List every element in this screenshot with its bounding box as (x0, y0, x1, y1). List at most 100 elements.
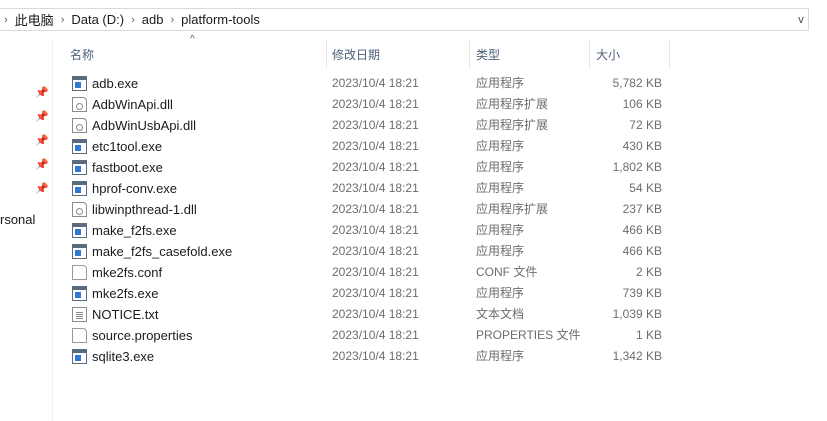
dll-file-icon (72, 202, 87, 217)
column-header-date[interactable]: 修改日期 (332, 40, 467, 68)
address-bar[interactable]: › 此电脑 › Data (D:) › adb › platform-tools (0, 8, 809, 31)
dll-file-icon (72, 118, 87, 133)
file-row[interactable]: source.properties 2023/10/4 18:21 PROPER… (70, 325, 670, 346)
column-header-size[interactable]: 大小 (596, 40, 668, 68)
file-type: 应用程序 (476, 349, 525, 363)
breadcrumb-platform-tools[interactable]: platform-tools (181, 12, 260, 27)
column-header-type-label: 类型 (476, 47, 501, 62)
file-date: 2023/10/4 18:21 (332, 181, 419, 195)
exe-file-icon (72, 160, 87, 175)
file-name: etc1tool.exe (92, 139, 163, 154)
file-date: 2023/10/4 18:21 (332, 97, 419, 111)
file-size: 1 KB (635, 328, 662, 342)
file-row[interactable]: fastboot.exe 2023/10/4 18:21 应用程序 1,802 … (70, 157, 670, 178)
file-row[interactable]: mke2fs.exe 2023/10/4 18:21 应用程序 739 KB (70, 283, 670, 304)
nav-item-personal[interactable]: rsonal (0, 212, 35, 227)
breadcrumb-this-pc[interactable]: 此电脑 (15, 10, 54, 29)
file-date: 2023/10/4 18:21 (332, 349, 419, 363)
column-divider[interactable] (669, 40, 670, 68)
breadcrumb-separator[interactable]: › (163, 14, 181, 26)
column-divider[interactable] (326, 40, 327, 68)
column-divider[interactable] (589, 40, 590, 68)
file-type: 应用程序扩展 (476, 97, 549, 111)
file-type: 应用程序 (476, 160, 525, 174)
file-name: mke2fs.conf (92, 265, 163, 280)
pin-icon[interactable]: 📌 (35, 182, 49, 195)
file-type: 应用程序 (476, 139, 525, 153)
exe-file-icon (72, 139, 87, 154)
file-size: 466 KB (622, 244, 662, 258)
file-size: 106 KB (622, 97, 662, 111)
exe-file-icon (72, 244, 87, 259)
column-header-size-label: 大小 (596, 47, 621, 62)
file-name: NOTICE.txt (92, 307, 159, 322)
exe-file-icon (72, 349, 87, 364)
file-name: AdbWinUsbApi.dll (92, 118, 197, 133)
file-row[interactable]: sqlite3.exe 2023/10/4 18:21 应用程序 1,342 K… (70, 346, 670, 367)
breadcrumb-separator[interactable]: › (54, 14, 72, 26)
file-row[interactable]: NOTICE.txt 2023/10/4 18:21 文本文档 1,039 KB (70, 304, 670, 325)
exe-file-icon (72, 286, 87, 301)
breadcrumb-data-drive[interactable]: Data (D:) (71, 12, 124, 27)
breadcrumb-separator[interactable]: › (124, 14, 142, 26)
address-dropdown-button[interactable]: v (793, 10, 809, 30)
column-header-type[interactable]: 类型 (476, 40, 586, 68)
file-type: 应用程序扩展 (476, 202, 549, 216)
file-row[interactable]: AdbWinUsbApi.dll 2023/10/4 18:21 应用程序扩展 … (70, 115, 670, 136)
file-row[interactable]: adb.exe 2023/10/4 18:21 应用程序 5,782 KB (70, 73, 670, 94)
file-size: 1,039 KB (612, 307, 662, 321)
column-header-name-label: 名称 (70, 47, 95, 62)
file-name: libwinpthread-1.dll (92, 202, 197, 217)
pin-icon[interactable]: 📌 (35, 158, 49, 171)
file-date: 2023/10/4 18:21 (332, 160, 419, 174)
breadcrumb-adb[interactable]: adb (142, 12, 164, 27)
file-size: 739 KB (622, 286, 662, 300)
generic-file-icon (72, 265, 87, 280)
pin-icon[interactable]: 📌 (35, 134, 49, 147)
file-row[interactable]: make_f2fs_casefold.exe 2023/10/4 18:21 应… (70, 241, 670, 262)
file-size: 5,782 KB (612, 76, 662, 90)
chevron-down-icon: v (798, 14, 804, 26)
file-date: 2023/10/4 18:21 (332, 202, 419, 216)
file-row[interactable]: make_f2fs.exe 2023/10/4 18:21 应用程序 466 K… (70, 220, 670, 241)
file-date: 2023/10/4 18:21 (332, 223, 419, 237)
file-name: mke2fs.exe (92, 286, 159, 301)
file-row[interactable]: hprof-conv.exe 2023/10/4 18:21 应用程序 54 K… (70, 178, 670, 199)
file-size: 54 KB (629, 181, 662, 195)
file-date: 2023/10/4 18:21 (332, 139, 419, 153)
file-size: 1,342 KB (612, 349, 662, 363)
file-row[interactable]: AdbWinApi.dll 2023/10/4 18:21 应用程序扩展 106… (70, 94, 670, 115)
file-type: 应用程序扩展 (476, 118, 549, 132)
file-size: 2 KB (635, 265, 662, 279)
file-row[interactable]: libwinpthread-1.dll 2023/10/4 18:21 应用程序… (70, 199, 670, 220)
column-header-date-label: 修改日期 (332, 47, 381, 62)
file-name: fastboot.exe (92, 160, 163, 175)
file-size: 237 KB (622, 202, 662, 216)
breadcrumb-separator: › (4, 13, 8, 26)
file-type: 应用程序 (476, 223, 525, 237)
nav-pane-divider[interactable] (52, 40, 53, 421)
file-size: 1,802 KB (612, 160, 662, 174)
file-name: make_f2fs_casefold.exe (92, 244, 233, 259)
file-date: 2023/10/4 18:21 (332, 265, 419, 279)
column-divider[interactable] (469, 40, 470, 68)
text-file-icon (72, 307, 87, 322)
file-name: source.properties (92, 328, 193, 343)
file-row[interactable]: etc1tool.exe 2023/10/4 18:21 应用程序 430 KB (70, 136, 670, 157)
exe-file-icon (72, 76, 87, 91)
file-date: 2023/10/4 18:21 (332, 286, 419, 300)
file-name: AdbWinApi.dll (92, 97, 173, 112)
file-size: 466 KB (622, 223, 662, 237)
file-type: PROPERTIES 文件 (476, 328, 581, 342)
file-date: 2023/10/4 18:21 (332, 307, 419, 321)
file-name: make_f2fs.exe (92, 223, 177, 238)
file-size: 72 KB (629, 118, 662, 132)
file-name: adb.exe (92, 76, 139, 91)
file-name: sqlite3.exe (92, 349, 155, 364)
pin-icon[interactable]: 📌 (35, 110, 49, 123)
file-date: 2023/10/4 18:21 (332, 76, 419, 90)
pin-icon[interactable]: 📌 (35, 86, 49, 99)
file-type: 应用程序 (476, 286, 525, 300)
column-header-name[interactable]: 名称 (70, 40, 325, 68)
file-row[interactable]: mke2fs.conf 2023/10/4 18:21 CONF 文件 2 KB (70, 262, 670, 283)
